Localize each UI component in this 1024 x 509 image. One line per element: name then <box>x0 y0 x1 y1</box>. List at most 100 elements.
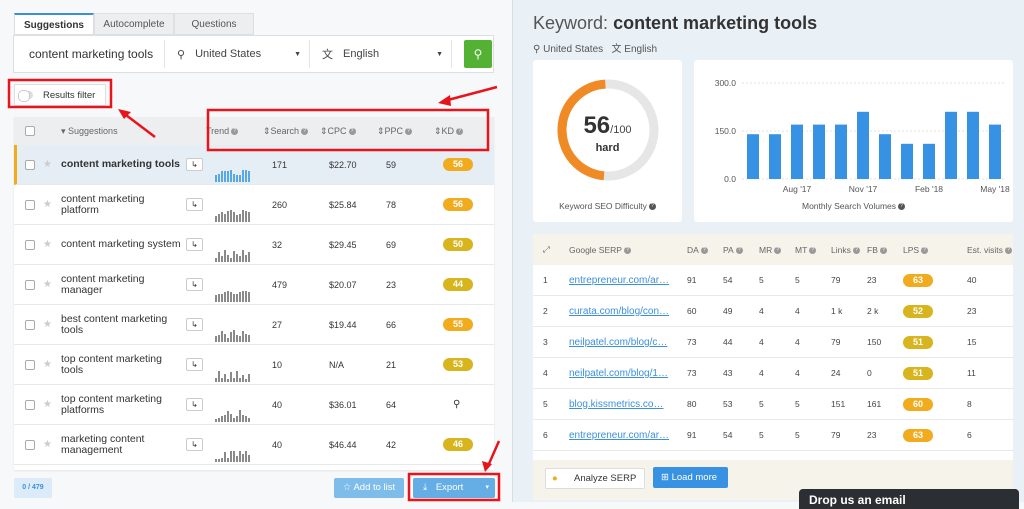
use-keyword-icon[interactable]: ↳ <box>186 238 203 251</box>
plus-icon: ⊞ <box>661 472 672 483</box>
search-button[interactable]: ⚲ <box>464 40 492 68</box>
trend-bar <box>242 331 244 342</box>
trend-bar <box>215 377 217 382</box>
keyword-input[interactable]: content marketing tools <box>14 40 165 68</box>
serp-col-header: PA? <box>723 245 759 255</box>
trend-bar <box>245 169 247 182</box>
volume-bar[interactable] <box>857 111 869 179</box>
volume-bar[interactable] <box>747 134 759 179</box>
serp-url-link[interactable]: entrepreneur.com/ar… <box>569 430 687 441</box>
star-icon[interactable]: ★ <box>43 319 53 330</box>
lps-badge: 60 <box>903 397 933 411</box>
row-checkbox[interactable] <box>25 159 35 170</box>
trend-bar <box>224 415 226 422</box>
row-checkbox[interactable] <box>25 199 35 210</box>
volume-bar[interactable] <box>791 124 803 179</box>
rank: 1 <box>543 275 548 285</box>
star-icon[interactable]: ★ <box>43 159 53 170</box>
use-keyword-icon[interactable]: ↳ <box>186 398 203 411</box>
language-select[interactable]: 文 English ▼ <box>310 40 452 68</box>
star-icon[interactable]: ★ <box>43 439 53 450</box>
star-icon[interactable]: ★ <box>43 399 53 410</box>
row-checkbox[interactable] <box>25 279 35 290</box>
row-checkbox[interactable] <box>25 439 35 450</box>
trend-bar <box>230 451 232 462</box>
volume-bar[interactable] <box>879 134 891 179</box>
volume-bar[interactable] <box>967 111 979 179</box>
rank: 3 <box>543 337 548 347</box>
location-select[interactable]: ⚲ United States ▼ <box>165 40 310 68</box>
use-keyword-icon[interactable]: ↳ <box>186 158 203 171</box>
table-row[interactable]: ★ best content marketing tools ↳ 27 $19.… <box>14 305 494 345</box>
volume-bar[interactable] <box>769 134 781 179</box>
analyze-serp-button[interactable]: ● Analyze SERP <box>545 468 645 489</box>
serp-mr: 5 <box>759 275 764 285</box>
star-icon[interactable]: ★ <box>43 199 53 210</box>
keyword-suggestion[interactable]: best content marketing tools <box>61 313 181 336</box>
keyword-suggestion[interactable]: marketing content management <box>61 433 181 456</box>
use-keyword-icon[interactable]: ↳ <box>186 438 203 451</box>
keyword-suggestion[interactable]: content marketing system <box>61 239 181 250</box>
add-to-list-button[interactable]: ☆ Add to list <box>334 478 404 498</box>
export-button[interactable]: ⤓ Export ▾ <box>413 478 495 498</box>
serp-mt: 4 <box>795 306 800 316</box>
toggle-switch[interactable] <box>18 90 33 102</box>
star-icon[interactable]: ★ <box>43 359 53 370</box>
keyword-suggestion[interactable]: content marketing tools <box>61 159 181 170</box>
trend-bar <box>227 171 229 182</box>
search-icon[interactable]: ⚲ <box>453 399 460 410</box>
chevron-down-icon[interactable]: ▾ <box>485 478 489 498</box>
trend-bar <box>224 249 226 262</box>
table-row[interactable]: ★ content marketing platform ↳ 260 $25.8… <box>14 185 494 225</box>
table-row[interactable]: ★ marketing content management ↳ 40 $46.… <box>14 425 494 465</box>
row-checkbox[interactable] <box>25 319 35 330</box>
table-row[interactable]: ★ top content marketing platforms ↳ 40 $… <box>14 385 494 425</box>
use-keyword-icon[interactable]: ↳ <box>186 278 203 291</box>
use-keyword-icon[interactable]: ↳ <box>186 318 203 331</box>
serp-url-link[interactable]: blog.kissmetrics.co… <box>569 399 687 410</box>
table-row[interactable]: ★ content marketing system ↳ 32 $29.45 6… <box>14 225 494 265</box>
keyword-suggestion[interactable]: top content marketing platforms <box>61 393 181 416</box>
serp-url-link[interactable]: entrepreneur.com/ar… <box>569 275 687 286</box>
table-row[interactable]: ★ content marketing manager ↳ 479 $20.07… <box>14 265 494 305</box>
col-search[interactable]: ⇕Search? <box>263 126 320 137</box>
keyword-title: Keyword: content marketing tools <box>533 13 818 33</box>
star-icon[interactable]: ★ <box>43 279 53 290</box>
tab-questions[interactable]: Questions <box>174 13 254 35</box>
row-checkbox[interactable] <box>25 239 35 250</box>
row-checkbox[interactable] <box>25 399 35 410</box>
serp-url-link[interactable]: neilpatel.com/blog/c… <box>569 337 687 348</box>
expand-icon[interactable]: ⤢ <box>533 244 569 255</box>
keyword-suggestion[interactable]: content marketing manager <box>61 273 181 296</box>
tab-autocomplete[interactable]: Autocomplete <box>94 13 174 35</box>
use-keyword-icon[interactable]: ↳ <box>186 358 203 371</box>
serp-url-link[interactable]: curata.com/blog/con… <box>569 306 687 317</box>
trend-bar <box>236 175 238 182</box>
trend-bar <box>221 416 223 422</box>
results-filter-toggle[interactable]: Results filter <box>14 84 106 106</box>
volume-bar[interactable] <box>989 124 1001 179</box>
volume-bar[interactable] <box>945 111 957 179</box>
col-kd[interactable]: ⇕KD? <box>434 126 474 137</box>
keyword-suggestion[interactable]: content marketing platform <box>61 193 181 216</box>
use-keyword-icon[interactable]: ↳ <box>186 198 203 211</box>
col-suggestions[interactable]: ▾ Suggestions <box>61 126 206 137</box>
serp-url-link[interactable]: neilpatel.com/blog/1… <box>569 368 687 379</box>
volume-bar[interactable] <box>923 143 935 179</box>
email-chat-popup[interactable]: Drop us an email <box>799 489 1019 509</box>
star-icon[interactable]: ★ <box>43 239 53 250</box>
table-row[interactable]: ★ top content marketing tools ↳ 10 N/A 2… <box>14 345 494 385</box>
col-ppc[interactable]: ⇕PPC? <box>377 126 434 137</box>
select-all-checkbox[interactable] <box>25 126 35 136</box>
volume-bar[interactable] <box>901 143 913 179</box>
load-more-button[interactable]: ⊞ Load more <box>653 467 728 488</box>
tab-suggestions[interactable]: Suggestions <box>14 13 94 35</box>
col-cpc[interactable]: ⇕CPC? <box>320 126 377 137</box>
y-tick-label: 0.0 <box>724 174 736 184</box>
table-row[interactable]: ★ content marketing tools ↳ 171 $22.70 5… <box>14 145 494 185</box>
row-checkbox[interactable] <box>25 359 35 370</box>
trend-bar <box>224 452 226 462</box>
volume-bar[interactable] <box>835 124 847 179</box>
keyword-suggestion[interactable]: top content marketing tools <box>61 353 181 376</box>
volume-bar[interactable] <box>813 124 825 179</box>
